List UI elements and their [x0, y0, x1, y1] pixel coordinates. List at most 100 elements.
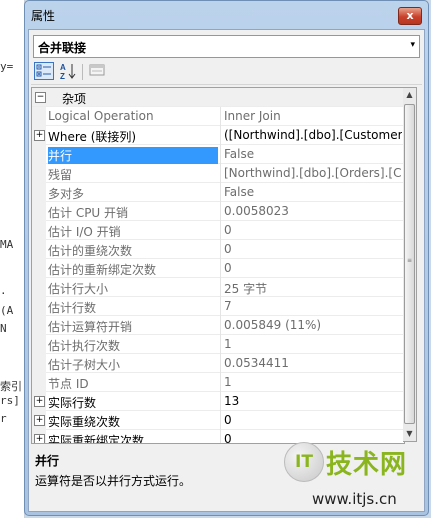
property-value[interactable]: False [224, 185, 402, 199]
property-value[interactable]: 0.005849 (11%) [224, 318, 402, 332]
property-value[interactable]: 1 [224, 337, 402, 351]
property-value[interactable]: 0 [224, 242, 402, 256]
properties-toolbar: A Z [31, 60, 422, 85]
title-bar[interactable]: 属性 x [25, 1, 428, 29]
property-row[interactable]: 估计的重绕次数 0 [32, 240, 404, 259]
code-fragment: y= [0, 60, 14, 73]
property-row[interactable]: 估计行数 7 [32, 297, 404, 316]
row-gutter [32, 221, 46, 240]
property-value[interactable]: [Northwind].[dbo].[Orders].[Cu [224, 166, 402, 180]
property-value[interactable]: 0.0058023 [224, 204, 402, 218]
row-gutter [32, 354, 46, 373]
watermark-name: 技术网 [326, 450, 408, 480]
row-gutter [32, 183, 46, 202]
scroll-down-arrow-icon[interactable]: ▼ [403, 427, 416, 441]
categorized-icon [36, 64, 51, 77]
property-row[interactable]: 估计 CPU 开销 0.0058023 [32, 202, 404, 221]
property-value[interactable]: 0 [224, 223, 402, 237]
column-divider [220, 221, 221, 240]
row-gutter [32, 259, 46, 278]
collapse-icon[interactable]: − [35, 92, 46, 103]
column-divider [220, 297, 221, 316]
property-name: 节点 ID [48, 377, 89, 391]
categorized-button[interactable] [34, 62, 54, 80]
property-value[interactable]: 0.0534411 [224, 356, 402, 370]
column-divider [220, 335, 221, 354]
expand-icon[interactable]: + [34, 434, 45, 443]
property-row[interactable]: + 实际行数 13 [32, 392, 404, 411]
property-value[interactable]: 25 字节 [224, 280, 402, 297]
property-name: 估计运算符开销 [48, 320, 133, 334]
row-gutter [32, 240, 46, 259]
property-value[interactable]: 0 [224, 413, 402, 427]
property-name: 残留 [48, 168, 73, 182]
property-name: 实际重绕次数 [48, 415, 121, 429]
column-divider [220, 126, 221, 145]
property-row[interactable]: + 实际重绕次数 0 [32, 411, 404, 430]
code-fragment: r [0, 412, 7, 425]
property-name: 实际行数 [48, 396, 97, 410]
row-gutter [32, 373, 46, 392]
properties-window: 属性 x 合并联接 ▾ A Z − 杂项 Logical Operation I… [24, 0, 429, 516]
property-name: Logical Operation [48, 109, 154, 123]
column-divider [220, 430, 221, 443]
column-divider [220, 354, 221, 373]
watermark-url: www.itjs.cn [312, 490, 397, 508]
property-pages-icon [89, 64, 105, 76]
toolbar-separator [82, 64, 83, 80]
scroll-thumb[interactable]: ≡ [404, 104, 415, 424]
close-button[interactable]: x [398, 7, 422, 25]
property-name: 估计 I/O 开销 [48, 225, 121, 239]
property-row[interactable]: 节点 ID 1 [32, 373, 404, 392]
column-divider [220, 107, 221, 126]
background-code-editor: y= MA . (A N 索引 rs] r [0, 0, 25, 518]
property-row[interactable]: 估计运算符开销 0.005849 (11%) [32, 316, 404, 335]
column-divider [220, 316, 221, 335]
expand-icon[interactable]: + [34, 415, 45, 426]
property-pages-button[interactable] [88, 62, 108, 80]
column-divider [220, 411, 221, 430]
column-divider [220, 183, 221, 202]
expand-icon[interactable]: + [34, 396, 45, 407]
property-row[interactable]: 并行 False [32, 145, 404, 164]
property-row[interactable]: 残留 [Northwind].[dbo].[Orders].[Cu [32, 164, 404, 183]
row-gutter [32, 202, 46, 221]
code-fragment: N [0, 322, 7, 335]
property-row[interactable]: + Where (联接列) ([Northwind].[dbo].[Customer… [32, 126, 404, 145]
property-value[interactable]: Inner Join [224, 109, 402, 123]
row-gutter [32, 107, 46, 126]
expand-icon[interactable]: + [34, 130, 45, 141]
property-value[interactable]: 7 [224, 299, 402, 313]
row-gutter [32, 297, 46, 316]
category-row-misc[interactable]: − 杂项 [32, 88, 404, 107]
property-value[interactable]: 1 [224, 375, 402, 389]
property-value[interactable]: False [224, 147, 402, 161]
property-row[interactable]: 估计行大小 25 字节 [32, 278, 404, 297]
object-selector-value: 合并联接 [38, 41, 87, 55]
watermark-logo-icon: IT [284, 442, 324, 482]
property-row[interactable]: 估计子树大小 0.0534411 [32, 354, 404, 373]
alphabetical-button[interactable]: A Z [58, 62, 78, 81]
row-gutter [32, 164, 46, 183]
property-row[interactable]: Logical Operation Inner Join [32, 107, 404, 126]
property-value[interactable]: ([Northwind].[dbo].[Customers] [224, 128, 402, 142]
property-value[interactable]: 0 [224, 261, 402, 275]
property-row[interactable]: 多对多 False [32, 183, 404, 202]
code-fragment: 索引 [0, 380, 22, 393]
object-selector-dropdown[interactable]: 合并联接 ▾ [33, 35, 420, 58]
property-name: Where (联接列) [48, 130, 137, 144]
window-title: 属性 [31, 9, 56, 23]
code-fragment: . [0, 284, 7, 297]
property-row[interactable]: 估计 I/O 开销 0 [32, 221, 404, 240]
scroll-up-arrow-icon[interactable]: ▲ [403, 88, 416, 102]
property-value[interactable]: 13 [224, 394, 402, 408]
property-name: 估计的重绕次数 [48, 244, 133, 258]
row-gutter [32, 145, 46, 164]
watermark: IT 技术网 www.itjs.cn [282, 440, 430, 518]
column-divider [220, 145, 221, 164]
description-title: 并行 [35, 454, 60, 468]
row-gutter [32, 278, 46, 297]
property-row[interactable]: 估计的重新绑定次数 0 [32, 259, 404, 278]
property-row[interactable]: 估计执行次数 1 [32, 335, 404, 354]
vertical-scrollbar[interactable]: ▲ ≡ ▼ [403, 87, 417, 442]
